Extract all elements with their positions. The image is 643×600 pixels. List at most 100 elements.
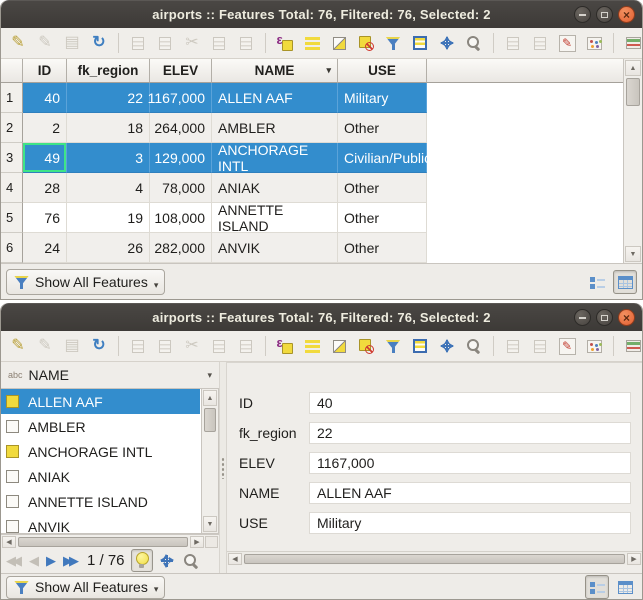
selection-swatch-icon[interactable]: [6, 395, 19, 408]
dock-table-button[interactable]: [621, 30, 643, 56]
row-number-header[interactable]: [1, 59, 23, 83]
preview-field-selector[interactable]: abc NAME ▾: [1, 362, 219, 388]
select-by-expression-button[interactable]: [273, 30, 297, 56]
conditional-formatting-button[interactable]: [582, 333, 606, 359]
scrollbar-thumb[interactable]: [18, 537, 188, 547]
zoom-to-selection-button[interactable]: [462, 333, 486, 359]
field-value-input[interactable]: Military: [309, 512, 631, 534]
select-by-form-button[interactable]: [381, 333, 405, 359]
field-value-input[interactable]: ALLEN AAF: [309, 482, 631, 504]
scrollbar-thumb[interactable]: [204, 408, 216, 432]
maximize-button[interactable]: [596, 309, 613, 326]
column-header-name[interactable]: NAME▾: [212, 59, 338, 83]
table-cell[interactable]: ANNETTE ISLAND: [212, 203, 338, 233]
table-row[interactable]: 2218264,000AMBLEROther: [1, 113, 642, 143]
row-number-cell[interactable]: 2: [1, 113, 23, 143]
feature-list-item[interactable]: ANNETTE ISLAND: [1, 489, 200, 514]
table-cell[interactable]: 282,000: [150, 233, 212, 263]
deselect-all-button[interactable]: [354, 333, 378, 359]
selection-swatch-icon[interactable]: [6, 470, 19, 483]
table-cell[interactable]: Other: [338, 203, 427, 233]
table-cell[interactable]: 129,000: [150, 143, 212, 173]
scrollbar-thumb[interactable]: [626, 78, 640, 106]
table-row[interactable]: 428478,000ANIAKOther: [1, 173, 642, 203]
table-cell[interactable]: 2: [23, 113, 67, 143]
select-by-form-button[interactable]: [381, 30, 405, 56]
table-cell[interactable]: 40: [23, 83, 67, 113]
table-cell[interactable]: Civilian/Public: [338, 143, 427, 173]
table-cell[interactable]: 4: [67, 173, 150, 203]
field-calculator-button[interactable]: ✎: [555, 333, 579, 359]
last-feature-button[interactable]: ▶▶: [61, 553, 81, 569]
list-vertical-scrollbar[interactable]: ▲ ▼: [201, 389, 218, 533]
table-cell[interactable]: ALLEN AAF: [212, 83, 338, 113]
scroll-right-button[interactable]: ▶: [190, 536, 204, 548]
row-number-cell[interactable]: 1: [1, 83, 23, 113]
conditional-formatting-button[interactable]: [582, 30, 606, 56]
scroll-up-button[interactable]: ▲: [625, 60, 641, 76]
table-row[interactable]: 62426282,000ANVIKOther: [1, 233, 642, 263]
scrollbar-thumb[interactable]: [244, 554, 625, 564]
scroll-up-button[interactable]: ▲: [203, 390, 217, 406]
selection-swatch-icon[interactable]: [6, 445, 19, 458]
table-row[interactable]: 140221167,000ALLEN AAFMilitary: [1, 83, 642, 113]
invert-selection-button[interactable]: [327, 333, 351, 359]
table-cell[interactable]: ANIAK: [212, 173, 338, 203]
reload-table-button[interactable]: ↻: [87, 333, 111, 359]
row-number-cell[interactable]: 6: [1, 233, 23, 263]
field-value-input[interactable]: 1167,000: [309, 452, 631, 474]
column-header-id[interactable]: ID: [23, 59, 67, 83]
table-cell[interactable]: 28: [23, 173, 67, 203]
move-selection-to-top-button[interactable]: [408, 333, 432, 359]
table-cell[interactable]: 26: [67, 233, 150, 263]
table-cell[interactable]: 3: [67, 143, 150, 173]
show-all-features-button[interactable]: Show All Features ▾: [6, 269, 165, 295]
select-all-button[interactable]: [300, 30, 324, 56]
first-feature-button[interactable]: ◀◀: [4, 553, 24, 569]
select-by-expression-button[interactable]: [273, 333, 297, 359]
deselect-all-button[interactable]: [354, 30, 378, 56]
selection-swatch-icon[interactable]: [6, 495, 19, 508]
table-cell[interactable]: 108,000: [150, 203, 212, 233]
show-all-features-button[interactable]: Show All Features ▾: [6, 576, 165, 599]
row-number-cell[interactable]: 3: [1, 143, 23, 173]
maximize-button[interactable]: [596, 6, 613, 23]
column-header-fk_region[interactable]: fk_region: [67, 59, 150, 83]
table-cell[interactable]: 49: [23, 143, 67, 173]
panel-splitter[interactable]: [219, 362, 227, 573]
field-calculator-button[interactable]: ✎: [555, 30, 579, 56]
feature-list-item[interactable]: ALLEN AAF: [1, 389, 200, 414]
feature-list-item[interactable]: ANCHORAGE INTL: [1, 439, 200, 464]
next-feature-button[interactable]: ▶: [44, 553, 58, 569]
scroll-down-button[interactable]: ▼: [203, 516, 217, 532]
table-view-toggle-button[interactable]: [613, 575, 637, 599]
column-header-use[interactable]: USE: [338, 59, 427, 83]
form-horizontal-scrollbar[interactable]: ◀ ▶: [227, 551, 642, 565]
form-view-toggle-button[interactable]: [585, 270, 609, 294]
table-cell[interactable]: 18: [67, 113, 150, 143]
table-view-toggle-button[interactable]: [613, 270, 637, 294]
reload-table-button[interactable]: ↻: [87, 30, 111, 56]
table-cell[interactable]: 1167,000: [150, 83, 212, 113]
table-cell[interactable]: 22: [67, 83, 150, 113]
move-selection-to-top-button[interactable]: [408, 30, 432, 56]
feature-list-item[interactable]: ANVIK: [1, 514, 200, 534]
close-button[interactable]: ×: [618, 309, 635, 326]
titlebar[interactable]: airports :: Features Total: 76, Filtered…: [1, 303, 642, 331]
invert-selection-button[interactable]: [327, 30, 351, 56]
toggle-editing-button[interactable]: ✎: [6, 30, 30, 56]
minimize-button[interactable]: [574, 309, 591, 326]
table-cell[interactable]: 76: [23, 203, 67, 233]
dock-table-button[interactable]: [621, 333, 643, 359]
scroll-left-button[interactable]: ◀: [2, 536, 16, 548]
scrollbar-track[interactable]: [202, 433, 218, 515]
scroll-right-button[interactable]: ▶: [627, 553, 641, 565]
selection-swatch-icon[interactable]: [6, 420, 19, 433]
pan-to-feature-button[interactable]: [156, 549, 178, 572]
table-cell[interactable]: ANCHORAGE INTL: [212, 143, 338, 173]
table-cell[interactable]: Other: [338, 233, 427, 263]
table-cell[interactable]: Military: [338, 83, 427, 113]
table-row[interactable]: 3493129,000ANCHORAGE INTLCivilian/Public: [1, 143, 642, 173]
field-value-input[interactable]: 22: [309, 422, 631, 444]
row-number-cell[interactable]: 5: [1, 203, 23, 233]
